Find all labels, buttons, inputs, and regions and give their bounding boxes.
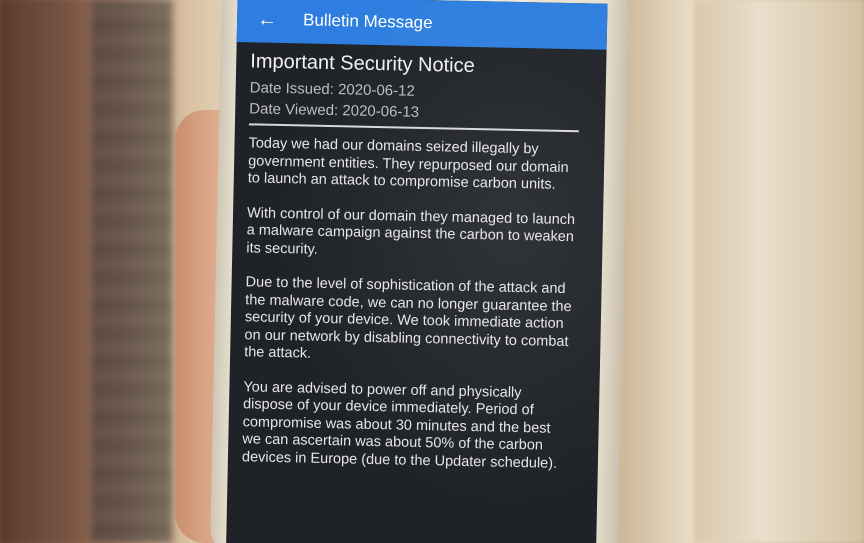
paragraph-4: You are advised to power off and physica… bbox=[241, 378, 558, 472]
paragraph-2: With control of our domain they managed … bbox=[246, 204, 576, 258]
blurred-background-right bbox=[694, 0, 864, 543]
blurred-background-stripe bbox=[92, 0, 172, 543]
paragraph-1: Today we had our domains seized illegall… bbox=[247, 135, 569, 193]
message-content: Important Security Notice Date Issued: 2… bbox=[228, 42, 607, 474]
phone: ← Bulletin Message Important Security No… bbox=[209, 0, 630, 543]
paragraph-3: Due to the level of sophistication of th… bbox=[243, 274, 572, 362]
blurred-background-left bbox=[0, 0, 175, 543]
notice-title: Important Security Notice bbox=[250, 50, 475, 78]
back-arrow-icon[interactable]: ← bbox=[257, 8, 277, 30]
phone-screen: ← Bulletin Message Important Security No… bbox=[225, 0, 608, 543]
header-title: Bulletin Message bbox=[302, 10, 433, 33]
